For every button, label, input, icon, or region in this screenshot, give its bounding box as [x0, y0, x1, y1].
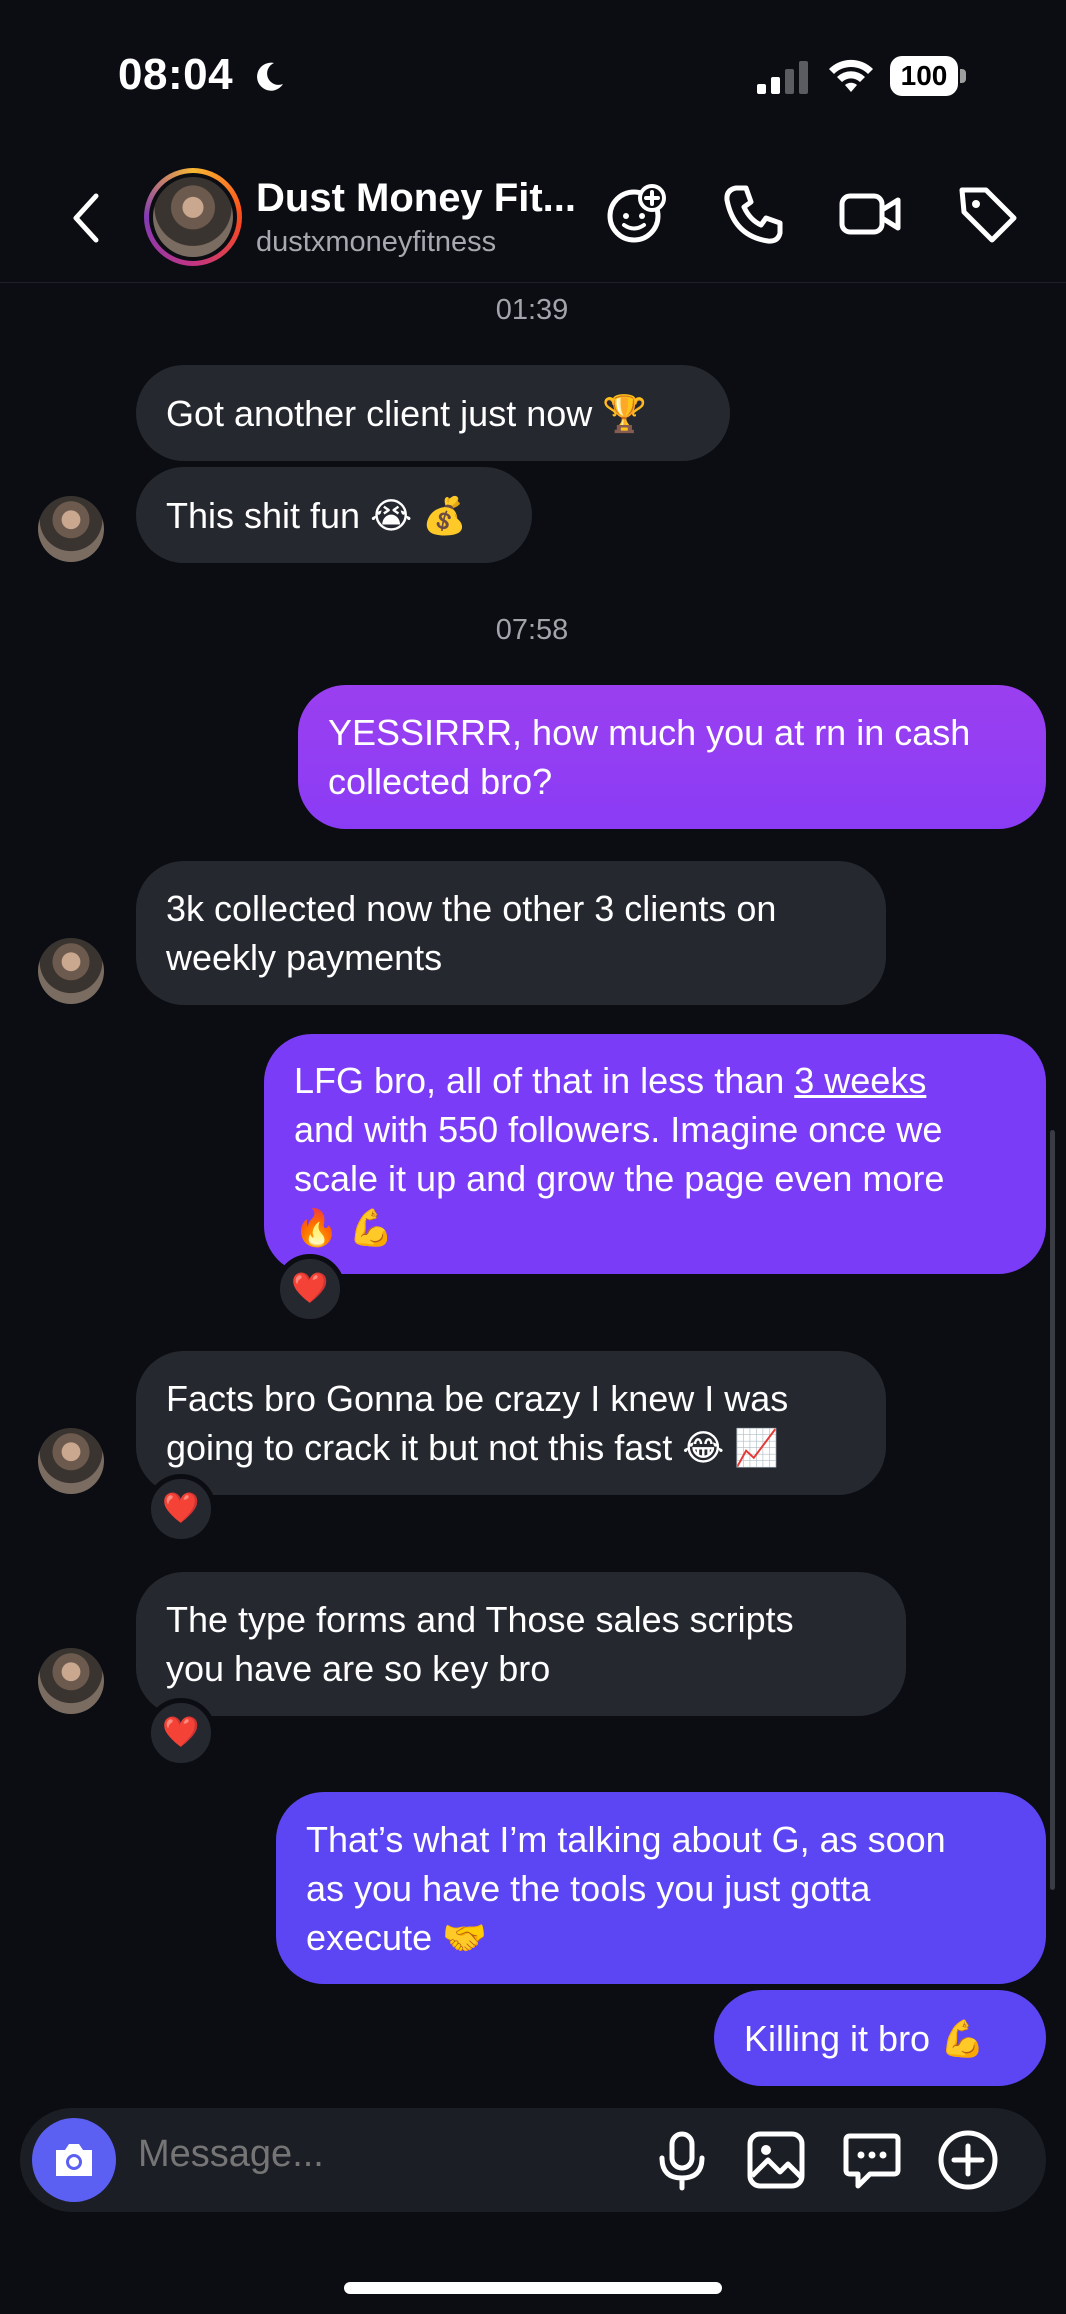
scrollbar[interactable] — [1050, 1130, 1055, 1890]
outgoing-message[interactable]: YESSIRRR, how much you at rn in cash col… — [298, 685, 1046, 829]
status-time: 08:04 — [118, 50, 234, 99]
sender-avatar[interactable] — [38, 938, 104, 1004]
message-line: LFG bro, all of that in less than 3 week… — [294, 1056, 1016, 1105]
sticker-icon[interactable] — [602, 180, 670, 248]
battery-icon: 100 — [890, 56, 968, 96]
incoming-message[interactable]: Got another client just now 🏆 — [136, 365, 730, 461]
message-text: This shit fun 😭 💰 — [166, 494, 467, 536]
outgoing-message[interactable]: That’s what I’m talking about G, as soon… — [276, 1792, 1046, 1984]
incoming-message[interactable]: The type forms and Those sales scripts y… — [136, 1572, 906, 1716]
home-indicator[interactable] — [344, 2282, 722, 2294]
heart-reaction[interactable]: ❤️ — [146, 1698, 216, 1768]
message-line: The type forms and Those sales scripts — [166, 1599, 794, 1640]
message-text: Got another client just now 🏆 — [166, 392, 648, 434]
message-line: weekly payments — [166, 937, 443, 978]
sender-avatar[interactable] — [38, 496, 104, 562]
message-line: 🔥 💪 — [294, 1207, 394, 1248]
video-icon[interactable] — [836, 180, 904, 248]
message-line: execute 🤝 — [306, 1916, 487, 1958]
timestamp: 07:58 — [495, 614, 569, 646]
gallery-icon[interactable] — [744, 2128, 808, 2192]
camera-button[interactable] — [32, 2118, 116, 2202]
signal-icon — [757, 61, 808, 94]
timestamp: 01:39 — [495, 294, 569, 326]
message-text: Killing it bro 💪 — [744, 2017, 985, 2059]
header-divider — [0, 282, 1066, 283]
incoming-message[interactable]: Facts bro Gonna be crazy I knew I was go… — [136, 1351, 886, 1495]
message-line: collected bro? — [328, 761, 553, 802]
chat-bubble-icon[interactable] — [840, 2128, 904, 2192]
message-line: as you have the tools you just gotta — [306, 1867, 871, 1909]
phone-icon[interactable] — [720, 180, 788, 248]
microphone-icon[interactable] — [650, 2128, 714, 2192]
message-link[interactable]: 3 weeks — [794, 1060, 926, 1101]
back-icon[interactable] — [66, 190, 106, 246]
message-line: going to crack it but not this fast 😂 📈 — [166, 1427, 780, 1468]
message-line: Facts bro Gonna be crazy I knew I was — [166, 1378, 789, 1419]
camera-icon — [56, 2144, 92, 2176]
message-line: scale it up and grow the page even more — [294, 1158, 945, 1199]
outgoing-message[interactable]: LFG bro, all of that in less than 3 week… — [264, 1034, 1046, 1274]
moon-icon — [257, 62, 283, 91]
contact-username[interactable]: dustxmoneyfitness — [256, 226, 496, 259]
tag-icon[interactable] — [954, 180, 1022, 248]
message-line: and with 550 followers. Imagine once we — [294, 1109, 943, 1150]
heart-reaction[interactable]: ❤️ — [146, 1474, 216, 1544]
outgoing-message[interactable]: Killing it bro 💪 — [714, 1990, 1046, 2086]
message-text: LFG bro, all of that in less than — [294, 1060, 795, 1101]
sender-avatar[interactable] — [38, 1428, 104, 1494]
message-input[interactable] — [136, 2132, 640, 2177]
sender-avatar[interactable] — [38, 1648, 104, 1714]
battery-level: 100 — [890, 56, 958, 96]
message-line: you have are so key bro — [166, 1648, 551, 1689]
incoming-message[interactable]: This shit fun 😭 💰 — [136, 467, 532, 563]
contact-name[interactable]: Dust Money Fit... — [256, 176, 576, 221]
message-line: 3k collected now the other 3 clients on — [166, 888, 777, 929]
heart-reaction[interactable]: ❤️ — [275, 1254, 345, 1324]
message-line: YESSIRRR, how much you at rn in cash — [328, 712, 971, 753]
profile-avatar[interactable] — [144, 168, 242, 266]
message-line: That’s what I’m talking about G, as soon — [306, 1818, 946, 1860]
incoming-message[interactable]: 3k collected now the other 3 clients on … — [136, 861, 886, 1005]
wifi-icon — [829, 59, 873, 92]
plus-icon[interactable] — [936, 2128, 1000, 2192]
